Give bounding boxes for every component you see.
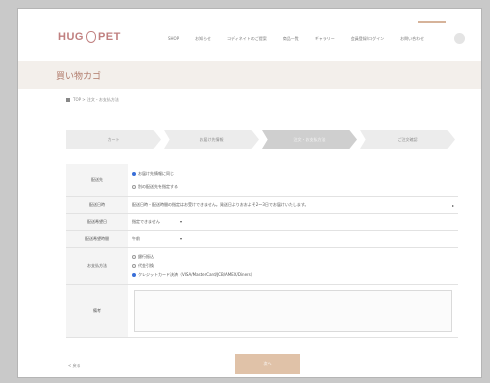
main-nav: SHOP お知らせ コディネイトのご提案 商品一覧 ギャラリー 会員登録/ログイ… bbox=[168, 36, 440, 42]
page-title: 買い物カゴ bbox=[56, 72, 102, 82]
breadcrumb-text[interactable]: TOP > 注文・お支払方法 bbox=[73, 97, 119, 102]
remarks-field bbox=[128, 285, 458, 337]
breadcrumb: TOP > 注文・お支払方法 bbox=[66, 97, 119, 103]
delivery-date-row: 配送希望日 指定できません ▾ bbox=[66, 214, 458, 231]
payment-option-cod[interactable]: 代金引換 bbox=[132, 263, 154, 269]
checkout-steps: カート お届け先情報 注文・お支払方法 ご注文確認 bbox=[66, 130, 458, 149]
site-header: HUG PET SHOP お知らせ コディネイトのご提案 商品一覧 ギャラリー 会… bbox=[18, 9, 481, 61]
checkout-form: 配送先 お届け先情報に同じ 別の配送先を指定する 配送日時 配送日時・配送時間の… bbox=[66, 164, 458, 338]
remarks-textarea[interactable] bbox=[134, 290, 452, 332]
delivery-option-other[interactable]: 別の配送先を指定する bbox=[132, 184, 178, 190]
remarks-label: 備考 bbox=[66, 285, 128, 337]
site-logo[interactable]: HUG PET bbox=[58, 31, 121, 44]
delivery-note-text: 配送日時・配送時間の指定はお受けできません。発送日よりおおよそ2〜3日でお届けい… bbox=[132, 202, 309, 207]
payment-option-bank[interactable]: 銀行振込 bbox=[132, 254, 154, 260]
payment-option-card[interactable]: クレジットカード決済（VISA/MasterCard/JCB/AMEX/Dine… bbox=[132, 272, 255, 278]
delivery-label: 配送先 bbox=[66, 164, 128, 196]
cart-icon[interactable] bbox=[454, 33, 465, 44]
delivery-options: お届け先情報に同じ 別の配送先を指定する bbox=[128, 164, 458, 196]
radio-icon[interactable] bbox=[132, 264, 136, 268]
radio-selected-icon[interactable] bbox=[132, 273, 136, 277]
step-payment: 注文・お支払方法 bbox=[262, 130, 357, 149]
step-cart: カート bbox=[66, 130, 161, 149]
chevron-down-icon: ▾ bbox=[179, 219, 182, 224]
delivery-option-other-label: 別の配送先を指定する bbox=[138, 183, 178, 189]
delivery-note-label: 配送日時 bbox=[66, 197, 128, 213]
delivery-time-value: 午前 bbox=[132, 236, 140, 241]
logo-text-2: PET bbox=[97, 31, 121, 43]
nav-item-login[interactable]: 会員登録/ログイン bbox=[351, 36, 384, 42]
next-button[interactable]: 次へ bbox=[235, 354, 300, 374]
browser-frame: HUG PET SHOP お知らせ コディネイトのご提案 商品一覧 ギャラリー 会… bbox=[17, 8, 482, 378]
nav-item-shop[interactable]: SHOP bbox=[168, 36, 179, 42]
chevron-down-icon: ▾ bbox=[179, 236, 182, 241]
delivery-option-same-label: お届け先情報に同じ bbox=[138, 170, 174, 176]
step-shipping-info: お届け先情報 bbox=[164, 130, 259, 149]
delivery-note-field: 配送日時・配送時間の指定はお受けできません。発送日よりおおよそ2〜3日でお届けい… bbox=[128, 197, 458, 213]
delivery-date-value: 指定できません bbox=[132, 219, 160, 224]
payment-option-bank-label: 銀行振込 bbox=[138, 254, 154, 259]
home-icon[interactable] bbox=[66, 98, 70, 102]
delivery-time-row: 配送希望時間 午前 ▾ bbox=[66, 231, 458, 248]
payment-label: お支払方法 bbox=[66, 248, 128, 284]
delivery-time-label: 配送希望時間 bbox=[66, 231, 128, 247]
back-link[interactable]: < 戻る bbox=[68, 363, 81, 369]
nav-item-coordinate[interactable]: コディネイトのご提案 bbox=[227, 36, 267, 42]
nav-item-contact[interactable]: お問い合わせ bbox=[400, 36, 424, 42]
delivery-note-row: 配送日時 配送日時・配送時間の指定はお受けできません。発送日よりおおよそ2〜3日… bbox=[66, 197, 458, 214]
payment-options: 銀行振込 代金引換 クレジットカード決済（VISA/MasterCard/JCB… bbox=[128, 248, 458, 284]
heart-icon bbox=[85, 31, 96, 44]
payment-option-cod-label: 代金引換 bbox=[138, 263, 154, 268]
delivery-time-field: 午前 ▾ bbox=[128, 231, 458, 247]
delivery-date-select[interactable]: 指定できません ▾ bbox=[132, 219, 182, 225]
payment-row: お支払方法 銀行振込 代金引換 クレジットカード決済（VISA/MasterCa… bbox=[66, 248, 458, 285]
delivery-date-label: 配送希望日 bbox=[66, 214, 128, 230]
nav-item-gallery[interactable]: ギャラリー bbox=[315, 36, 335, 42]
radio-icon[interactable] bbox=[132, 184, 136, 189]
delivery-time-select[interactable]: 午前 ▾ bbox=[132, 236, 182, 242]
note-arrow-icon: ▸ bbox=[451, 202, 454, 208]
step-confirm: ご注文確認 bbox=[360, 130, 455, 149]
payment-option-card-label: クレジットカード決済（VISA/MasterCard/JCB/AMEX/Dine… bbox=[138, 272, 255, 277]
delivery-date-field: 指定できません ▾ bbox=[128, 214, 458, 230]
logo-text-1: HUG bbox=[58, 31, 84, 43]
nav-item-products[interactable]: 商品一覧 bbox=[283, 36, 299, 42]
radio-icon[interactable] bbox=[132, 255, 136, 259]
nav-item-news[interactable]: お知らせ bbox=[195, 36, 211, 42]
delivery-row: 配送先 お届け先情報に同じ 別の配送先を指定する bbox=[66, 164, 458, 197]
nav-accent-bar bbox=[418, 21, 446, 23]
delivery-option-same[interactable]: お届け先情報に同じ bbox=[132, 171, 174, 177]
remarks-row: 備考 bbox=[66, 285, 458, 338]
radio-selected-icon[interactable] bbox=[132, 171, 136, 176]
